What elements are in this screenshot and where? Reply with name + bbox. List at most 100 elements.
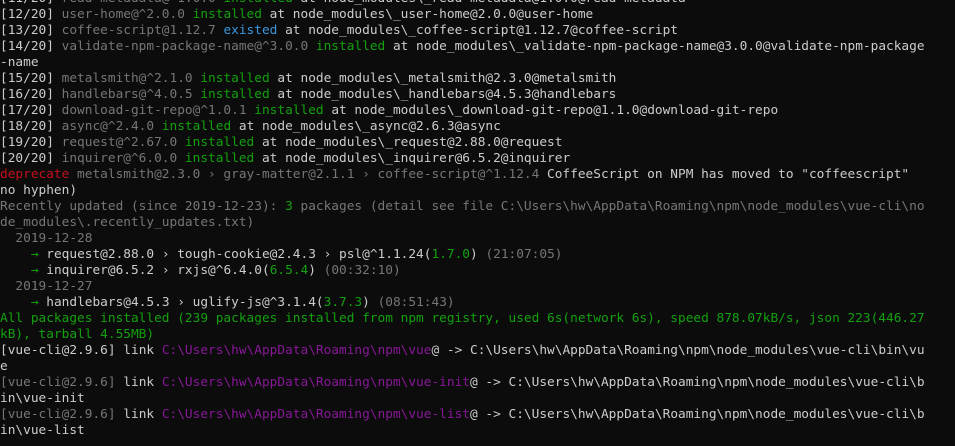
terminal-text-segment: C:\Users\hw\AppData\Roaming\npm\vue-list bbox=[161, 407, 470, 422]
terminal-text-segment: 3.7.3 bbox=[323, 295, 363, 310]
terminal-line: [vue-cli@2.9.6] link C:\Users\hw\AppData… bbox=[0, 343, 955, 359]
terminal-text-segment: at node_modules\_metalsmith@2.3.0@metals… bbox=[269, 71, 617, 86]
terminal-text-segment: [13/20] bbox=[0, 23, 62, 38]
terminal-text-segment: handlebars@^4.0.5 bbox=[61, 87, 201, 102]
terminal-line: de_modules\.recently_updates.txt) bbox=[0, 215, 955, 231]
terminal-line: Recently updated (since 2019-12-23): 3 p… bbox=[0, 199, 955, 215]
terminal-text-segment: [19/20] bbox=[0, 135, 62, 150]
terminal-text-segment: [18/20] bbox=[0, 119, 62, 134]
terminal-line: [15/20] metalsmith@^2.1.0 installed at n… bbox=[0, 71, 955, 87]
terminal-text-segment: packages (detail see file C:\Users\hw\Ap… bbox=[292, 199, 925, 214]
terminal-text-segment: request@2.88.0 › tough-cookie@2.4.3 › ps… bbox=[38, 247, 432, 262]
terminal-text-segment: coffee-script@1.12.7 bbox=[61, 23, 224, 38]
terminal-text-segment: at node_modules\_validate-npm-package-na… bbox=[385, 39, 925, 54]
terminal-line: → request@2.88.0 › tough-cookie@2.4.3 › … bbox=[0, 247, 955, 263]
terminal-text-segment: inquirer@^6.0.0 bbox=[61, 151, 185, 166]
terminal-line: kB), tarball 4.55MB) bbox=[0, 327, 955, 343]
terminal-text-segment: (00:32:10) bbox=[323, 263, 401, 278]
terminal-line: 2019-12-28 bbox=[0, 231, 955, 247]
terminal-text-segment: e bbox=[0, 359, 8, 374]
terminal-text-segment: at node_modules\_download-git-repo@1.1.0… bbox=[323, 103, 779, 118]
terminal-line: [vue-cli@2.9.6] link C:\Users\hw\AppData… bbox=[0, 375, 955, 391]
terminal-line: deprecate metalsmith@2.3.0 › gray-matter… bbox=[0, 167, 955, 183]
terminal-line: All packages installed (239 packages ins… bbox=[0, 311, 955, 327]
terminal-text-segment: CoffeeScript on NPM has moved to "coffee… bbox=[547, 167, 910, 182]
terminal-line: in\vue-init bbox=[0, 391, 955, 407]
terminal-text-segment: [14/20] bbox=[0, 39, 62, 54]
terminal-text-segment: async@^2.4.0 bbox=[61, 119, 162, 134]
terminal-text-segment: [vue-cli@2.9.6] bbox=[0, 375, 124, 390]
terminal-text-segment: installed bbox=[192, 7, 262, 22]
terminal-line: [11/20] read-metadata@^1.0.0 installed a… bbox=[0, 0, 955, 7]
terminal-text-segment: 2019-12-27 bbox=[0, 279, 93, 294]
terminal-line: → handlebars@4.5.3 › uglify-js@^3.1.4(3.… bbox=[0, 295, 955, 311]
terminal-text-segment: Recently updated (since 2019-12-23): bbox=[0, 199, 286, 214]
terminal-text-segment: [20/20] bbox=[0, 151, 62, 166]
terminal-line: [12/20] user-home@^2.0.0 installed at no… bbox=[0, 7, 955, 23]
terminal-text-segment: read-metadata@^1.0.0 bbox=[62, 0, 224, 6]
terminal-text-segment: installed bbox=[315, 39, 386, 54]
terminal-text-segment: at node_modules\_read-metadata@1.0.0@rea… bbox=[293, 0, 685, 6]
terminal-text-segment: ) bbox=[362, 295, 378, 310]
terminal-text-segment: 2019-12-28 bbox=[0, 231, 93, 246]
terminal-line: [20/20] inquirer@^6.0.0 installed at nod… bbox=[0, 151, 955, 167]
terminal-text-segment: 3 bbox=[285, 199, 293, 214]
terminal-text-segment: metalsmith@2.3.0 › gray-matter@2.1.1 › c… bbox=[69, 167, 548, 182]
terminal-text-segment: [12/20] bbox=[0, 7, 62, 22]
terminal-text-segment: in\vue-init bbox=[0, 391, 85, 406]
terminal-text-segment: → bbox=[30, 295, 39, 310]
terminal-line: e bbox=[0, 359, 955, 375]
terminal-text-segment: installed bbox=[184, 135, 255, 150]
terminal-text-segment: installed bbox=[200, 87, 270, 102]
terminal-text-segment: [15/20] bbox=[0, 71, 62, 86]
terminal-output[interactable]: [11/20] read-metadata@^1.0.0 installed a… bbox=[0, 0, 955, 439]
terminal-text-segment: inquirer@6.5.2 › rxjs@^6.4.0( bbox=[38, 263, 270, 278]
terminal-text-segment: [17/20] bbox=[0, 103, 62, 118]
terminal-text-segment: installed bbox=[223, 0, 292, 6]
terminal-text-segment: @ -> C:\Users\hw\AppData\Roaming\npm\nod… bbox=[470, 407, 925, 422]
terminal-text-segment: → bbox=[30, 247, 39, 262]
terminal-line: 2019-12-27 bbox=[0, 279, 955, 295]
terminal-text-segment: download-git-repo@^1.0.1 bbox=[61, 103, 255, 118]
terminal-line: [13/20] coffee-script@1.12.7 existed at … bbox=[0, 23, 955, 39]
terminal-text-segment: @ -> C:\Users\hw\AppData\Roaming\npm\nod… bbox=[431, 343, 925, 358]
terminal-text-segment: existed bbox=[223, 23, 278, 38]
terminal-text-segment: installed bbox=[161, 119, 232, 134]
terminal-text-segment: ) bbox=[308, 263, 324, 278]
terminal-text-segment: installed bbox=[254, 103, 324, 118]
terminal-text-segment: request@^2.67.0 bbox=[61, 135, 185, 150]
terminal-text-segment: in\vue-list bbox=[0, 423, 85, 438]
terminal-text-segment: at node_modules\_inquirer@6.5.2@inquirer bbox=[254, 151, 571, 166]
terminal-text-segment: @ -> C:\Users\hw\AppData\Roaming\npm\nod… bbox=[470, 375, 925, 390]
terminal-text-segment: -name bbox=[0, 55, 39, 70]
terminal-text-segment: (21:07:05) bbox=[485, 247, 563, 262]
terminal-text-segment: installed bbox=[200, 71, 270, 86]
terminal-text-segment: at node_modules\_coffee-script@1.12.7@co… bbox=[277, 23, 679, 38]
terminal-text-segment: All packages installed (239 packages ins… bbox=[0, 311, 925, 326]
terminal-line: no hyphen) bbox=[0, 183, 955, 199]
terminal-text-segment: C:\Users\hw\AppData\Roaming\npm\vue-init bbox=[161, 375, 470, 390]
terminal-text-segment: no hyphen) bbox=[0, 183, 78, 198]
terminal-text-segment: [11/20] bbox=[0, 0, 62, 6]
terminal-text-segment: [16/20] bbox=[0, 87, 62, 102]
terminal-line: [18/20] async@^2.4.0 installed at node_m… bbox=[0, 119, 955, 135]
terminal-text-segment: at node_modules\_request@2.88.0@request bbox=[254, 135, 563, 150]
terminal-text-segment: C:\Users\hw\AppData\Roaming\npm\vue bbox=[161, 343, 432, 358]
terminal-text-segment: kB), tarball 4.55MB) bbox=[0, 327, 155, 342]
terminal-text-segment: metalsmith@^2.1.0 bbox=[61, 71, 201, 86]
terminal-line: [19/20] request@^2.67.0 installed at nod… bbox=[0, 135, 955, 151]
terminal-line: → inquirer@6.5.2 › rxjs@^6.4.0(6.5.4) (0… bbox=[0, 263, 955, 279]
terminal-line: [14/20] validate-npm-package-name@^3.0.0… bbox=[0, 39, 955, 55]
terminal-text-segment: user-home@^2.0.0 bbox=[61, 7, 193, 22]
terminal-text-segment: handlebars@4.5.3 › uglify-js@^3.1.4( bbox=[38, 295, 324, 310]
terminal-text-segment: ) bbox=[470, 247, 486, 262]
terminal-text-segment: at node_modules\_async@2.6.3@async bbox=[231, 119, 501, 134]
terminal-text-segment: link bbox=[123, 407, 162, 422]
terminal-text-segment: de_modules\.recently_updates.txt) bbox=[0, 215, 255, 230]
terminal-text-segment: link bbox=[123, 375, 162, 390]
terminal-text-segment: link bbox=[123, 343, 162, 358]
terminal-text-segment: 6.5.4 bbox=[269, 263, 309, 278]
